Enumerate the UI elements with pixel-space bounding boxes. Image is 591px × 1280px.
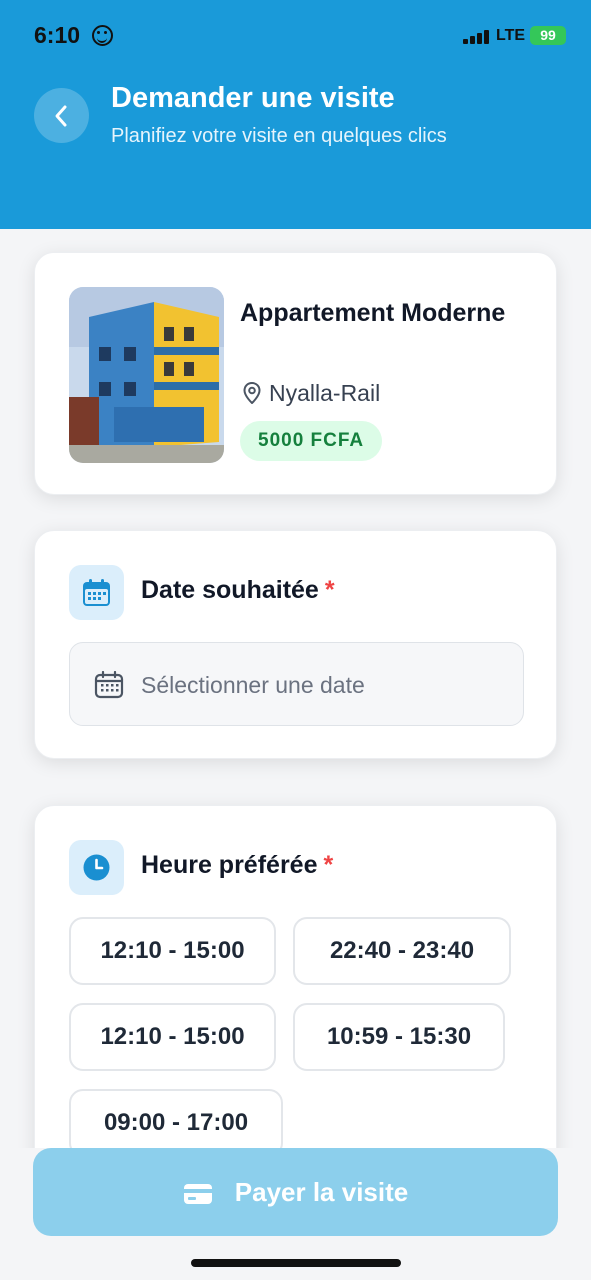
back-button[interactable] [34, 88, 89, 143]
property-name: Appartement Moderne [240, 299, 506, 327]
smiley-icon [92, 25, 113, 46]
calendar-icon-box [69, 565, 124, 620]
status-time: 6:10 [34, 22, 81, 48]
battery-icon: 99 [530, 26, 566, 45]
pay-button-label: Payer la visite [234, 1177, 409, 1207]
time-card: Heure préférée * 12:10 - 15:00 22:40 - 23… [34, 805, 557, 1205]
time-slot[interactable]: 09:00 - 17:00 [69, 1089, 283, 1157]
date-card: Date souhaitée * Sélectionner une date [34, 530, 557, 759]
clock-icon-box [69, 840, 124, 895]
required-mark: * [323, 851, 334, 879]
time-slot[interactable]: 12:10 - 15:00 [69, 1003, 276, 1071]
location-text: Nyalla-Rail [269, 380, 381, 406]
home-indicator[interactable] [191, 1259, 401, 1267]
date-label: Date souhaitée * [141, 576, 335, 604]
time-slot[interactable]: 10:59 - 15:30 [293, 1003, 505, 1071]
required-mark: * [324, 576, 335, 604]
signal-icon [463, 30, 491, 44]
header: 6:10 LTE 99 Demander une visite Planifie… [0, 0, 591, 229]
location-pin-icon [243, 381, 261, 405]
time-label: Heure préférée * [141, 851, 334, 879]
time-slot[interactable]: 22:40 - 23:40 [293, 917, 511, 985]
clock-icon [83, 854, 110, 881]
pay-visit-button[interactable]: Payer la visite [33, 1148, 558, 1236]
time-slot[interactable]: 12:10 - 15:00 [69, 917, 276, 985]
page-title: Demander une visite [111, 82, 395, 114]
property-location: Nyalla-Rail [243, 380, 380, 407]
network-label: LTE [496, 27, 526, 44]
property-card[interactable]: Appartement Moderne Nyalla-Rail 5000 FCF… [34, 252, 557, 495]
chevron-left-icon [55, 105, 67, 127]
credit-card-icon [183, 1184, 212, 1204]
status-bar: 6:10 LTE 99 [0, 0, 591, 72]
calendar-outline-icon [94, 671, 124, 699]
price-badge: 5000 FCFA [240, 421, 383, 461]
property-image [69, 287, 224, 463]
date-input[interactable]: Sélectionner une date [69, 642, 524, 726]
calendar-icon [83, 579, 110, 606]
date-placeholder: Sélectionner une date [141, 672, 365, 698]
page-subtitle: Planifiez votre visite en quelques clics [111, 125, 447, 147]
